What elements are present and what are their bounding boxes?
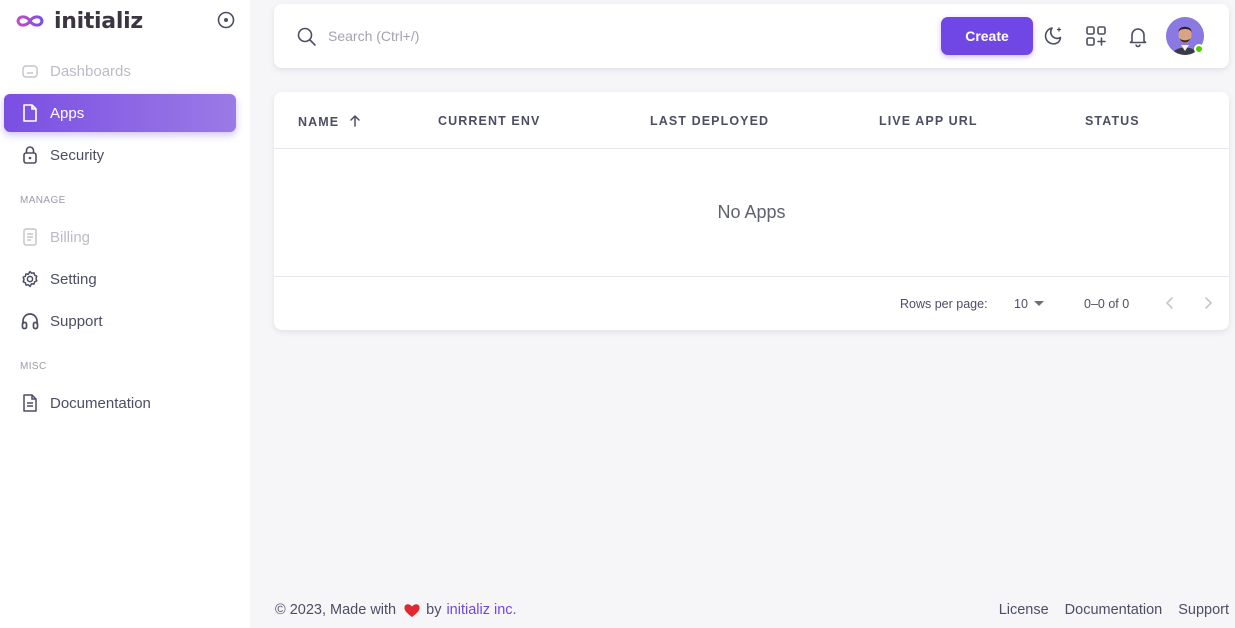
empty-state-text: No Apps <box>717 202 786 222</box>
headphones-icon <box>20 311 40 331</box>
gear-icon <box>20 269 40 289</box>
footer-copyright: © 2023, Made with by initializ inc. <box>275 602 517 618</box>
chevron-left-icon[interactable] <box>1162 295 1178 311</box>
footer-by: by <box>426 602 442 618</box>
sidebar-item-label: Dashboards <box>50 62 131 80</box>
arrow-up-icon <box>350 115 360 127</box>
sidebar-item-security[interactable]: Security <box>4 136 236 174</box>
sidebar-item-dashboards[interactable]: Dashboards <box>4 52 236 90</box>
column-header-label: NAME <box>298 115 340 129</box>
radio-circle-icon <box>217 11 235 29</box>
heart-icon <box>404 603 420 617</box>
document-icon <box>20 393 40 413</box>
dark-mode-moon-icon[interactable] <box>1042 24 1066 48</box>
column-header-current-env[interactable]: CURRENT ENV <box>438 114 540 128</box>
column-header-live-app-url[interactable]: LIVE APP URL <box>879 114 978 128</box>
footer-company-link[interactable]: initializ inc. <box>446 602 516 618</box>
sidebar-item-apps[interactable]: Apps <box>4 94 236 132</box>
sidebar-item-documentation[interactable]: Documentation <box>4 384 236 422</box>
column-header-name[interactable]: NAME <box>298 114 362 129</box>
pagination-range: 0–0 of 0 <box>1084 297 1130 311</box>
sidebar-item-label: Support <box>50 312 103 330</box>
chevron-right-icon[interactable] <box>1200 295 1216 311</box>
bell-icon[interactable] <box>1126 24 1150 48</box>
footer: © 2023, Made with by initializ inc. Lice… <box>275 602 1229 622</box>
sidebar-item-label: Apps <box>50 104 85 122</box>
sidebar-item-billing[interactable]: Billing <box>4 218 236 256</box>
receipt-icon <box>20 227 40 247</box>
file-icon <box>20 103 40 123</box>
top-bar: Create <box>274 4 1229 68</box>
infinity-logo-icon <box>16 15 44 27</box>
caret-down-icon[interactable] <box>1034 300 1044 308</box>
rows-per-page-select[interactable]: 10 <box>1014 297 1028 311</box>
lock-icon <box>20 145 40 165</box>
footer-link-support[interactable]: Support <box>1178 602 1229 618</box>
sidebar-item-label: Security <box>50 146 105 164</box>
pagination: Rows per page: 10 0–0 of 0 <box>274 278 1229 330</box>
footer-links: License Documentation Support <box>999 602 1229 618</box>
sidebar-item-label: Documentation <box>50 394 151 412</box>
footer-link-documentation[interactable]: Documentation <box>1065 602 1163 618</box>
online-status-dot <box>1194 44 1204 54</box>
column-header-status[interactable]: STATUS <box>1085 114 1140 128</box>
apps-grid-add-icon[interactable] <box>1084 24 1108 48</box>
sidebar-item-label: Billing <box>50 228 91 246</box>
sidebar-item-label: Setting <box>50 270 97 288</box>
table-header: NAME CURRENT ENV LAST DEPLOYED LIVE APP … <box>274 92 1229 149</box>
rows-per-page-label: Rows per page: <box>900 297 988 311</box>
home-icon <box>20 61 40 81</box>
collapse-sidebar-button[interactable] <box>216 10 236 30</box>
footer-link-license[interactable]: License <box>999 602 1049 618</box>
apps-table: NAME CURRENT ENV LAST DEPLOYED LIVE APP … <box>274 92 1229 330</box>
sidebar-item-support[interactable]: Support <box>4 302 236 340</box>
brand[interactable]: initializ <box>14 8 143 34</box>
column-header-last-deployed[interactable]: LAST DEPLOYED <box>650 114 769 128</box>
sidebar-item-setting[interactable]: Setting <box>4 260 236 298</box>
search-icon[interactable] <box>296 26 318 48</box>
footer-made-with: © 2023, Made with <box>275 602 397 618</box>
section-title-misc: MISC <box>20 361 47 372</box>
search-input[interactable] <box>328 24 628 48</box>
brand-name: initializ <box>54 8 143 34</box>
sidebar: initializ Dashboards Apps Security MANAG… <box>0 0 250 628</box>
empty-state: No Apps <box>274 149 1229 277</box>
create-button[interactable]: Create <box>941 17 1033 55</box>
section-title-manage: MANAGE <box>20 195 66 206</box>
